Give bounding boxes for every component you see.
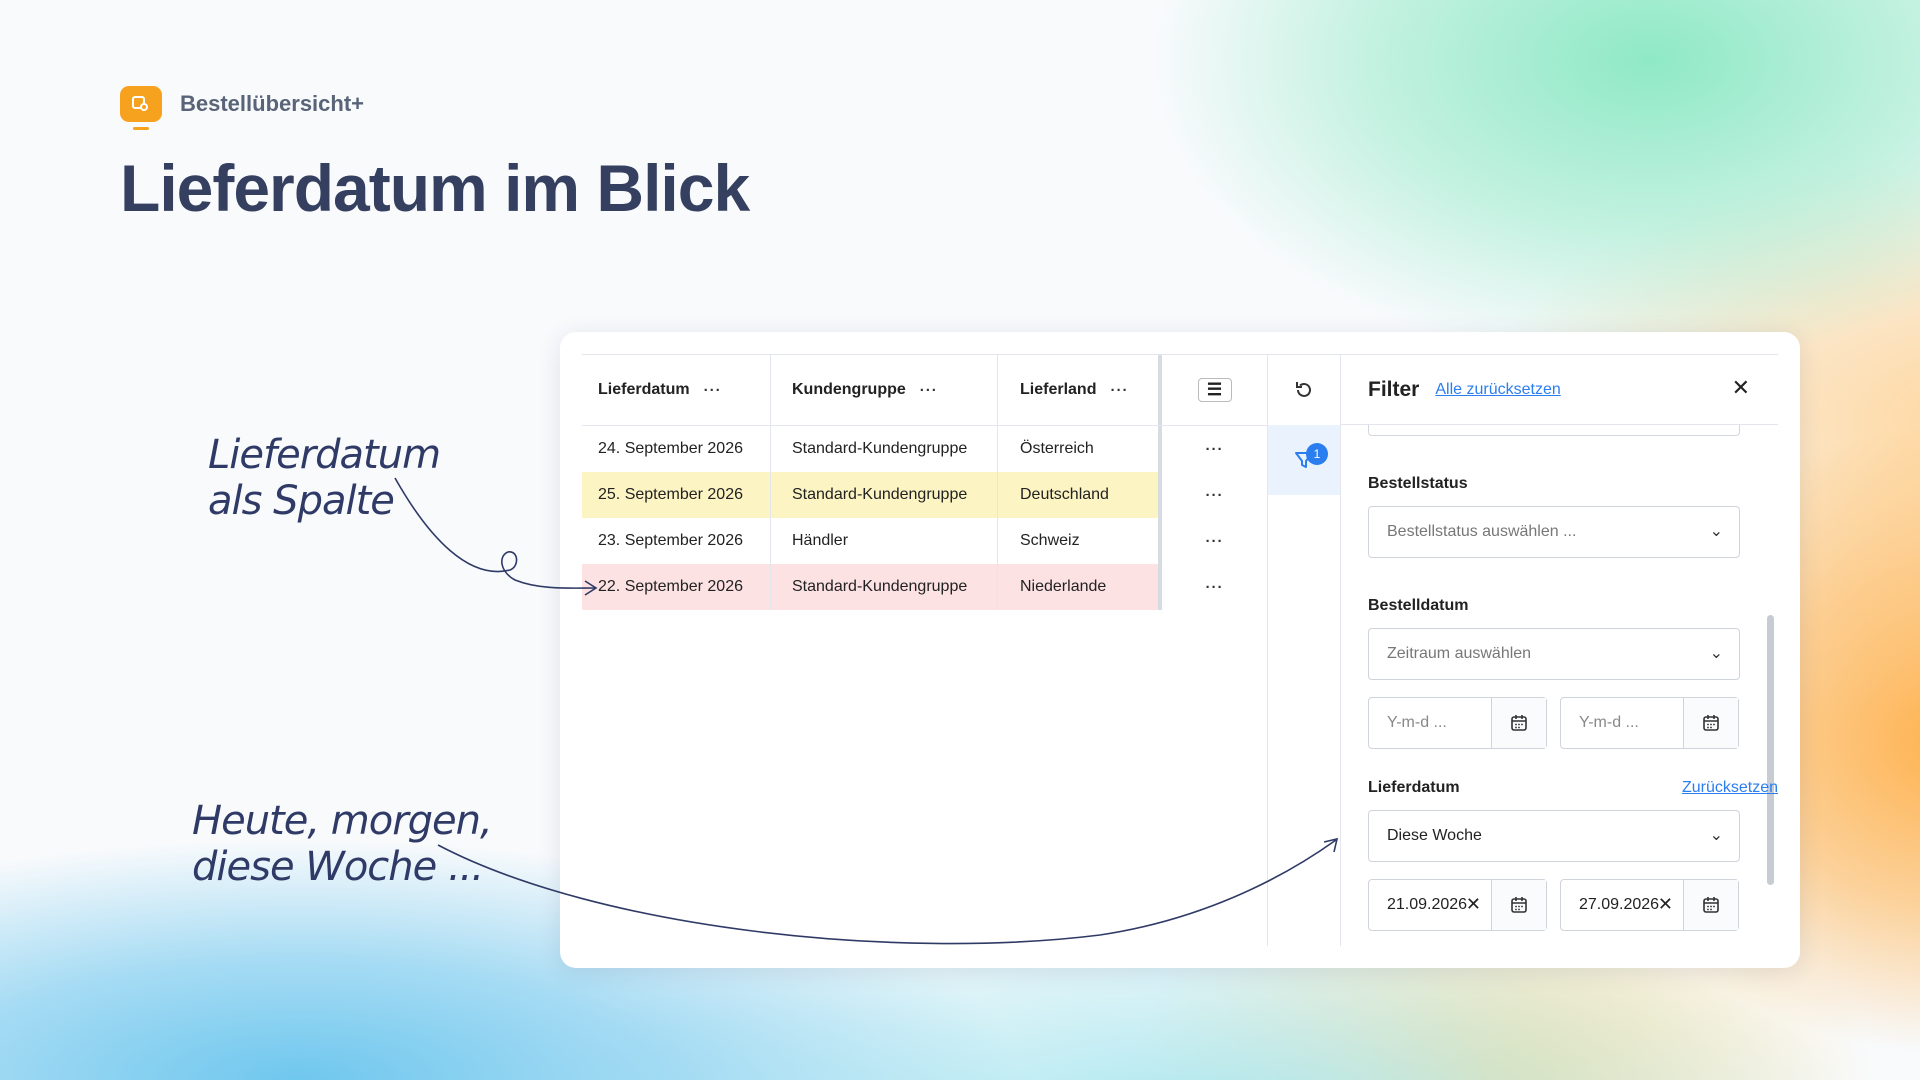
arrow-to-filter: [437, 839, 1337, 945]
arrow-to-column: [394, 477, 596, 589]
annotation-arrows: [394, 477, 1339, 945]
